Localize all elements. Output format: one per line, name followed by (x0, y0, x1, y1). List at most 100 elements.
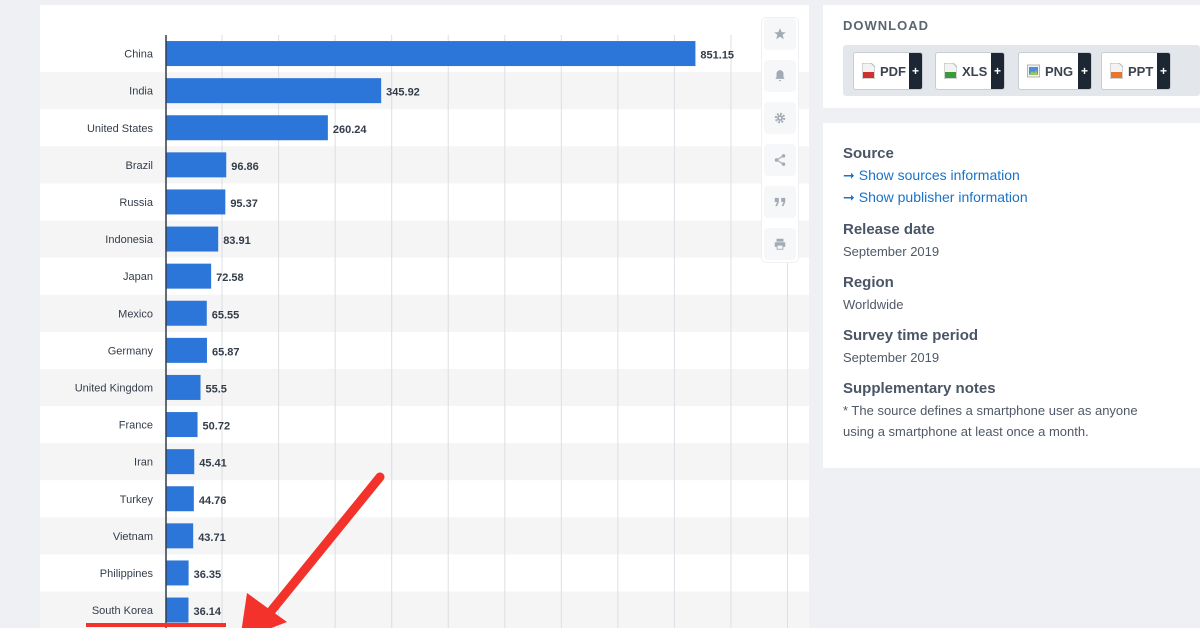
download-png-plus: + (1078, 53, 1091, 89)
row-band (40, 220, 809, 258)
download-xls-plus: + (991, 53, 1004, 89)
bar-china (166, 41, 696, 67)
download-pdf-plus: + (909, 53, 922, 89)
survey-period-value: September 2019 (843, 350, 940, 365)
value-label: 96.86 (231, 161, 259, 173)
xls-file-icon (944, 63, 957, 79)
download-png-button[interactable]: PNG + (1018, 52, 1092, 90)
notification-button[interactable] (764, 60, 796, 92)
bar-russia (166, 189, 226, 215)
category-label: United States (87, 123, 154, 135)
category-label: Turkey (120, 494, 154, 506)
bar-chart: China 851.15 India 345.92 United States 260.2… (40, 35, 809, 628)
show-publisher-label: Show publisher information (858, 189, 1028, 205)
category-label: South Korea (92, 605, 154, 617)
supplementary-notes-heading: Supplementary notes (843, 380, 996, 397)
bar-united-kingdom (166, 374, 201, 400)
category-label: Philippines (100, 568, 154, 580)
value-label: 65.55 (212, 309, 240, 321)
category-label: Russia (119, 197, 154, 209)
value-label: 65.87 (212, 346, 240, 358)
cite-button[interactable] (764, 186, 796, 218)
download-xls-button[interactable]: XLS + (935, 52, 1005, 90)
value-label: 36.14 (193, 606, 221, 618)
bar-indonesia (166, 226, 219, 252)
row-band (40, 294, 809, 332)
bar-turkey (166, 486, 194, 512)
bar-philippines (166, 560, 189, 586)
chart-toolbar (762, 18, 798, 262)
source-heading: Source (843, 145, 894, 162)
bar-vietnam (166, 523, 194, 549)
arrow-right-icon: ➞ (843, 167, 855, 183)
print-icon (774, 238, 786, 250)
show-publisher-link[interactable]: ➞ Show publisher information (843, 189, 1028, 206)
download-title: DOWNLOAD (843, 18, 929, 33)
statistic-info-panel: Source ➞ Show sources information ➞ Show p… (823, 123, 1200, 468)
row-band (40, 517, 809, 555)
release-date-value: September 2019 (843, 244, 940, 259)
value-label: 851.15 (700, 50, 734, 62)
category-label: United Kingdom (75, 382, 153, 394)
arrow-right-icon: ➞ (843, 189, 855, 205)
share-button[interactable] (764, 144, 796, 176)
value-label: 95.37 (230, 198, 258, 210)
download-ppt-label: PPT (1128, 63, 1154, 79)
bar-south-korea (166, 597, 189, 623)
bar-mexico (166, 300, 207, 326)
pdf-file-icon (862, 63, 875, 79)
row-band (40, 72, 809, 110)
download-panel: DOWNLOAD PDF + XLS + PNG + PPT + (823, 5, 1200, 108)
category-label: France (119, 420, 153, 432)
show-sources-link[interactable]: ➞ Show sources information (843, 167, 1020, 184)
star-icon (774, 28, 786, 40)
show-sources-label: Show sources information (858, 167, 1020, 183)
png-file-icon (1027, 64, 1040, 78)
category-label: Germany (108, 345, 154, 357)
settings-button[interactable] (764, 102, 796, 134)
bar-iran (166, 449, 195, 475)
share-icon (774, 154, 786, 166)
category-label: Indonesia (105, 234, 154, 246)
value-label: 44.76 (199, 495, 227, 507)
category-label: Iran (134, 457, 153, 469)
bell-icon (775, 70, 785, 82)
favorite-button[interactable] (764, 18, 796, 50)
row-band (40, 146, 809, 184)
gear-icon (774, 112, 786, 124)
download-pdf-label: PDF (880, 63, 906, 79)
region-heading: Region (843, 274, 894, 291)
ppt-file-icon (1110, 63, 1123, 79)
supplementary-notes-value: * The source defines a smartphone user a… (843, 403, 1138, 439)
value-label: 83.91 (223, 235, 251, 247)
category-label: Vietnam (113, 531, 153, 543)
bar-united-states (166, 115, 328, 141)
region-value: Worldwide (843, 297, 904, 312)
bar-japan (166, 263, 212, 289)
download-ppt-button[interactable]: PPT + (1101, 52, 1171, 90)
value-label: 55.5 (206, 383, 227, 395)
row-band (40, 591, 809, 628)
value-label: 345.92 (386, 87, 420, 99)
value-label: 72.58 (216, 272, 244, 284)
chart-panel: China 851.15 India 345.92 United States 260.2… (40, 5, 809, 628)
print-button[interactable] (764, 228, 796, 260)
bar-brazil (166, 152, 227, 178)
category-label: India (129, 86, 154, 98)
download-png-label: PNG (1045, 63, 1074, 79)
row-band (40, 443, 809, 481)
download-buttons: PDF + XLS + PNG + PPT + (843, 45, 1200, 96)
bar-germany (166, 337, 207, 363)
value-label: 45.41 (199, 458, 227, 470)
download-ppt-plus: + (1157, 53, 1170, 89)
release-date-heading: Release date (843, 221, 935, 238)
survey-period-heading: Survey time period (843, 327, 979, 344)
category-label: Mexico (118, 308, 153, 320)
bar-france (166, 412, 198, 438)
value-label: 36.35 (194, 569, 222, 581)
category-label: Japan (123, 271, 153, 283)
quote-icon (774, 197, 786, 207)
download-xls-label: XLS (962, 63, 988, 79)
download-pdf-button[interactable]: PDF + (853, 52, 923, 90)
value-label: 260.24 (333, 124, 368, 136)
